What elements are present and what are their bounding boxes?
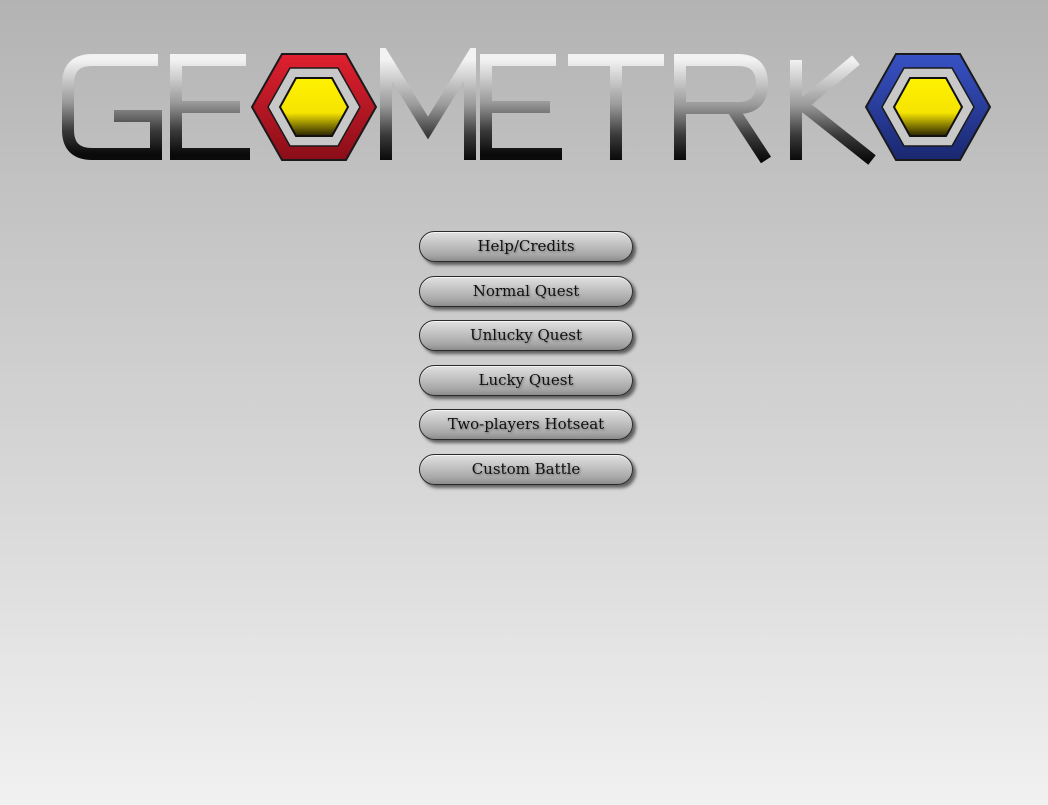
logo-letter-g [62, 54, 162, 160]
red-hexagon-icon [250, 53, 378, 161]
logo-letter-r [674, 54, 772, 164]
normal-quest-button[interactable]: Normal Quest [419, 275, 633, 307]
logo-letter-t [568, 54, 664, 160]
custom-battle-button[interactable]: Custom Battle [419, 453, 633, 485]
logo-letter-k [790, 55, 876, 165]
help-credits-button[interactable]: Help/Credits [419, 231, 633, 262]
game-logo [62, 48, 992, 165]
logo-letter-e2 [480, 54, 562, 160]
two-players-hotseat-button[interactable]: Two-players Hotseat [419, 409, 633, 441]
lucky-quest-button[interactable]: Lucky Quest [419, 364, 633, 396]
blue-hexagon-icon [864, 53, 992, 161]
unlucky-quest-button[interactable]: Unlucky Quest [419, 320, 633, 352]
main-menu: Help/Credits Normal Quest Unlucky Quest … [419, 231, 633, 499]
logo-letter-m [380, 48, 476, 160]
logo-letter-e1 [170, 54, 250, 160]
